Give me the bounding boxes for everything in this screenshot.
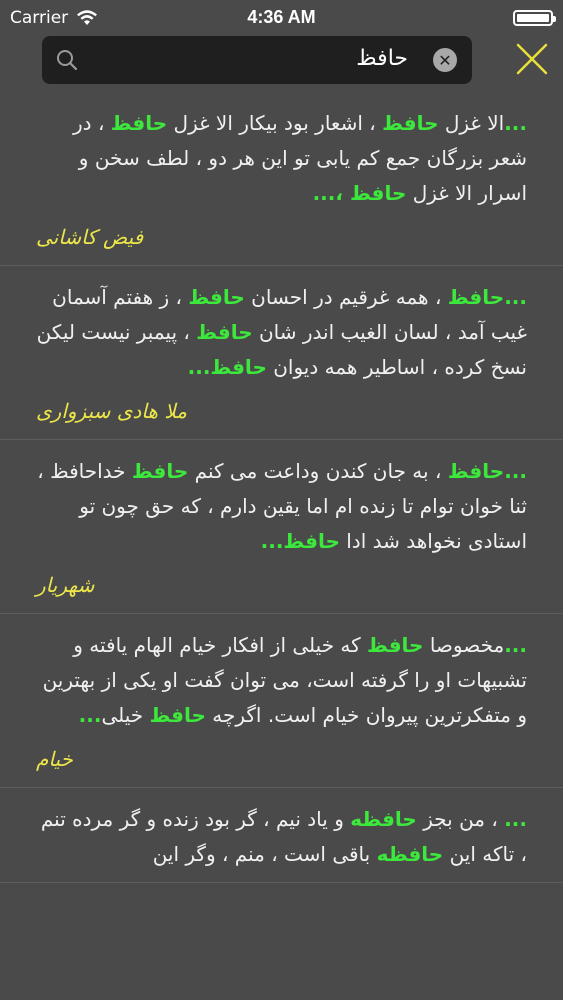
clear-search-icon[interactable]: ✕ (433, 48, 457, 72)
result-item[interactable]: ...الا غزل حافظ ، اشعار بود بیکار الا غز… (0, 92, 563, 266)
quote-text: ...مخصوصا حافظ که خیلی از افکار خیام اله… (36, 628, 527, 733)
quote-segment: الا غزل (438, 111, 505, 135)
search-icon (57, 50, 78, 71)
quote-text: ...حافظ ، به جان کندن وداعت می کنم حافظ … (36, 454, 527, 559)
search-input[interactable]: حافظ (356, 46, 408, 71)
quote-text: ...الا غزل حافظ ، اشعار بود بیکار الا غز… (36, 106, 527, 211)
highlight-text: ...حافظ (447, 459, 527, 483)
quote-segment: باقی است ، منم ، وگر این (152, 842, 377, 866)
highlight-text: حافظ... (187, 355, 267, 379)
quote-segment: ، همه غرقیم در احسان (244, 285, 448, 309)
highlight-text: ...حافظ (447, 285, 527, 309)
author-name: ملا هادی سبزواری (36, 399, 187, 423)
results-list: ...الا غزل حافظ ، اشعار بود بیکار الا غز… (0, 92, 563, 883)
quote-segment: ، من بجز (416, 807, 505, 831)
highlight-text: ... (78, 703, 102, 727)
result-item[interactable]: ...مخصوصا حافظ که خیلی از افکار خیام اله… (0, 614, 563, 788)
result-item[interactable]: ...حافظ ، به جان کندن وداعت می کنم حافظ … (0, 440, 563, 614)
highlight-text: حافظ (149, 703, 206, 727)
quote-text: ... ، من بجز حافظه و یاد نیم ، گر بود زن… (36, 802, 527, 872)
highlight-text: حافظ (367, 633, 424, 657)
highlight-text: حافظه (376, 842, 444, 866)
quote-segment: ، اشعار بود بیکار الا غزل (167, 111, 383, 135)
author-name: فیض کاشانی (36, 225, 144, 249)
status-bar: Carrier 4:36 AM (0, 0, 563, 36)
quote-segment: ، به جان کندن وداعت می کنم (188, 459, 448, 483)
highlight-text: ... (504, 633, 527, 657)
close-icon[interactable] (515, 42, 549, 76)
highlight-text: حافظ (110, 111, 168, 135)
highlight-text: ،... (312, 181, 350, 205)
highlight-text: ... (504, 807, 527, 831)
highlight-text: ... (504, 111, 527, 135)
highlight-text: حافظ (196, 320, 253, 344)
result-item[interactable]: ... ، من بجز حافظه و یاد نیم ، گر بود زن… (0, 788, 563, 883)
highlight-text: حافظه (350, 807, 417, 831)
quote-segment: مخصوصا (423, 633, 505, 657)
result-item[interactable]: ...حافظ ، همه غرقیم در احسان حافظ ، ز هف… (0, 266, 563, 440)
highlight-text: حافظ (349, 181, 407, 205)
highlight-text: حافظ... (260, 529, 340, 553)
author-name: شهریار (36, 573, 95, 597)
clock: 4:36 AM (247, 7, 316, 27)
author-name: خیام (36, 747, 73, 771)
highlight-text: حافظ (188, 285, 245, 309)
quote-segment: خیلی (101, 703, 150, 727)
search-bar[interactable]: حافظ ✕ (42, 36, 472, 84)
battery-icon (513, 10, 556, 26)
highlight-text: حافظ (382, 111, 439, 135)
quote-text: ...حافظ ، همه غرقیم در احسان حافظ ، ز هف… (36, 280, 527, 385)
highlight-text: حافظ (131, 459, 189, 483)
